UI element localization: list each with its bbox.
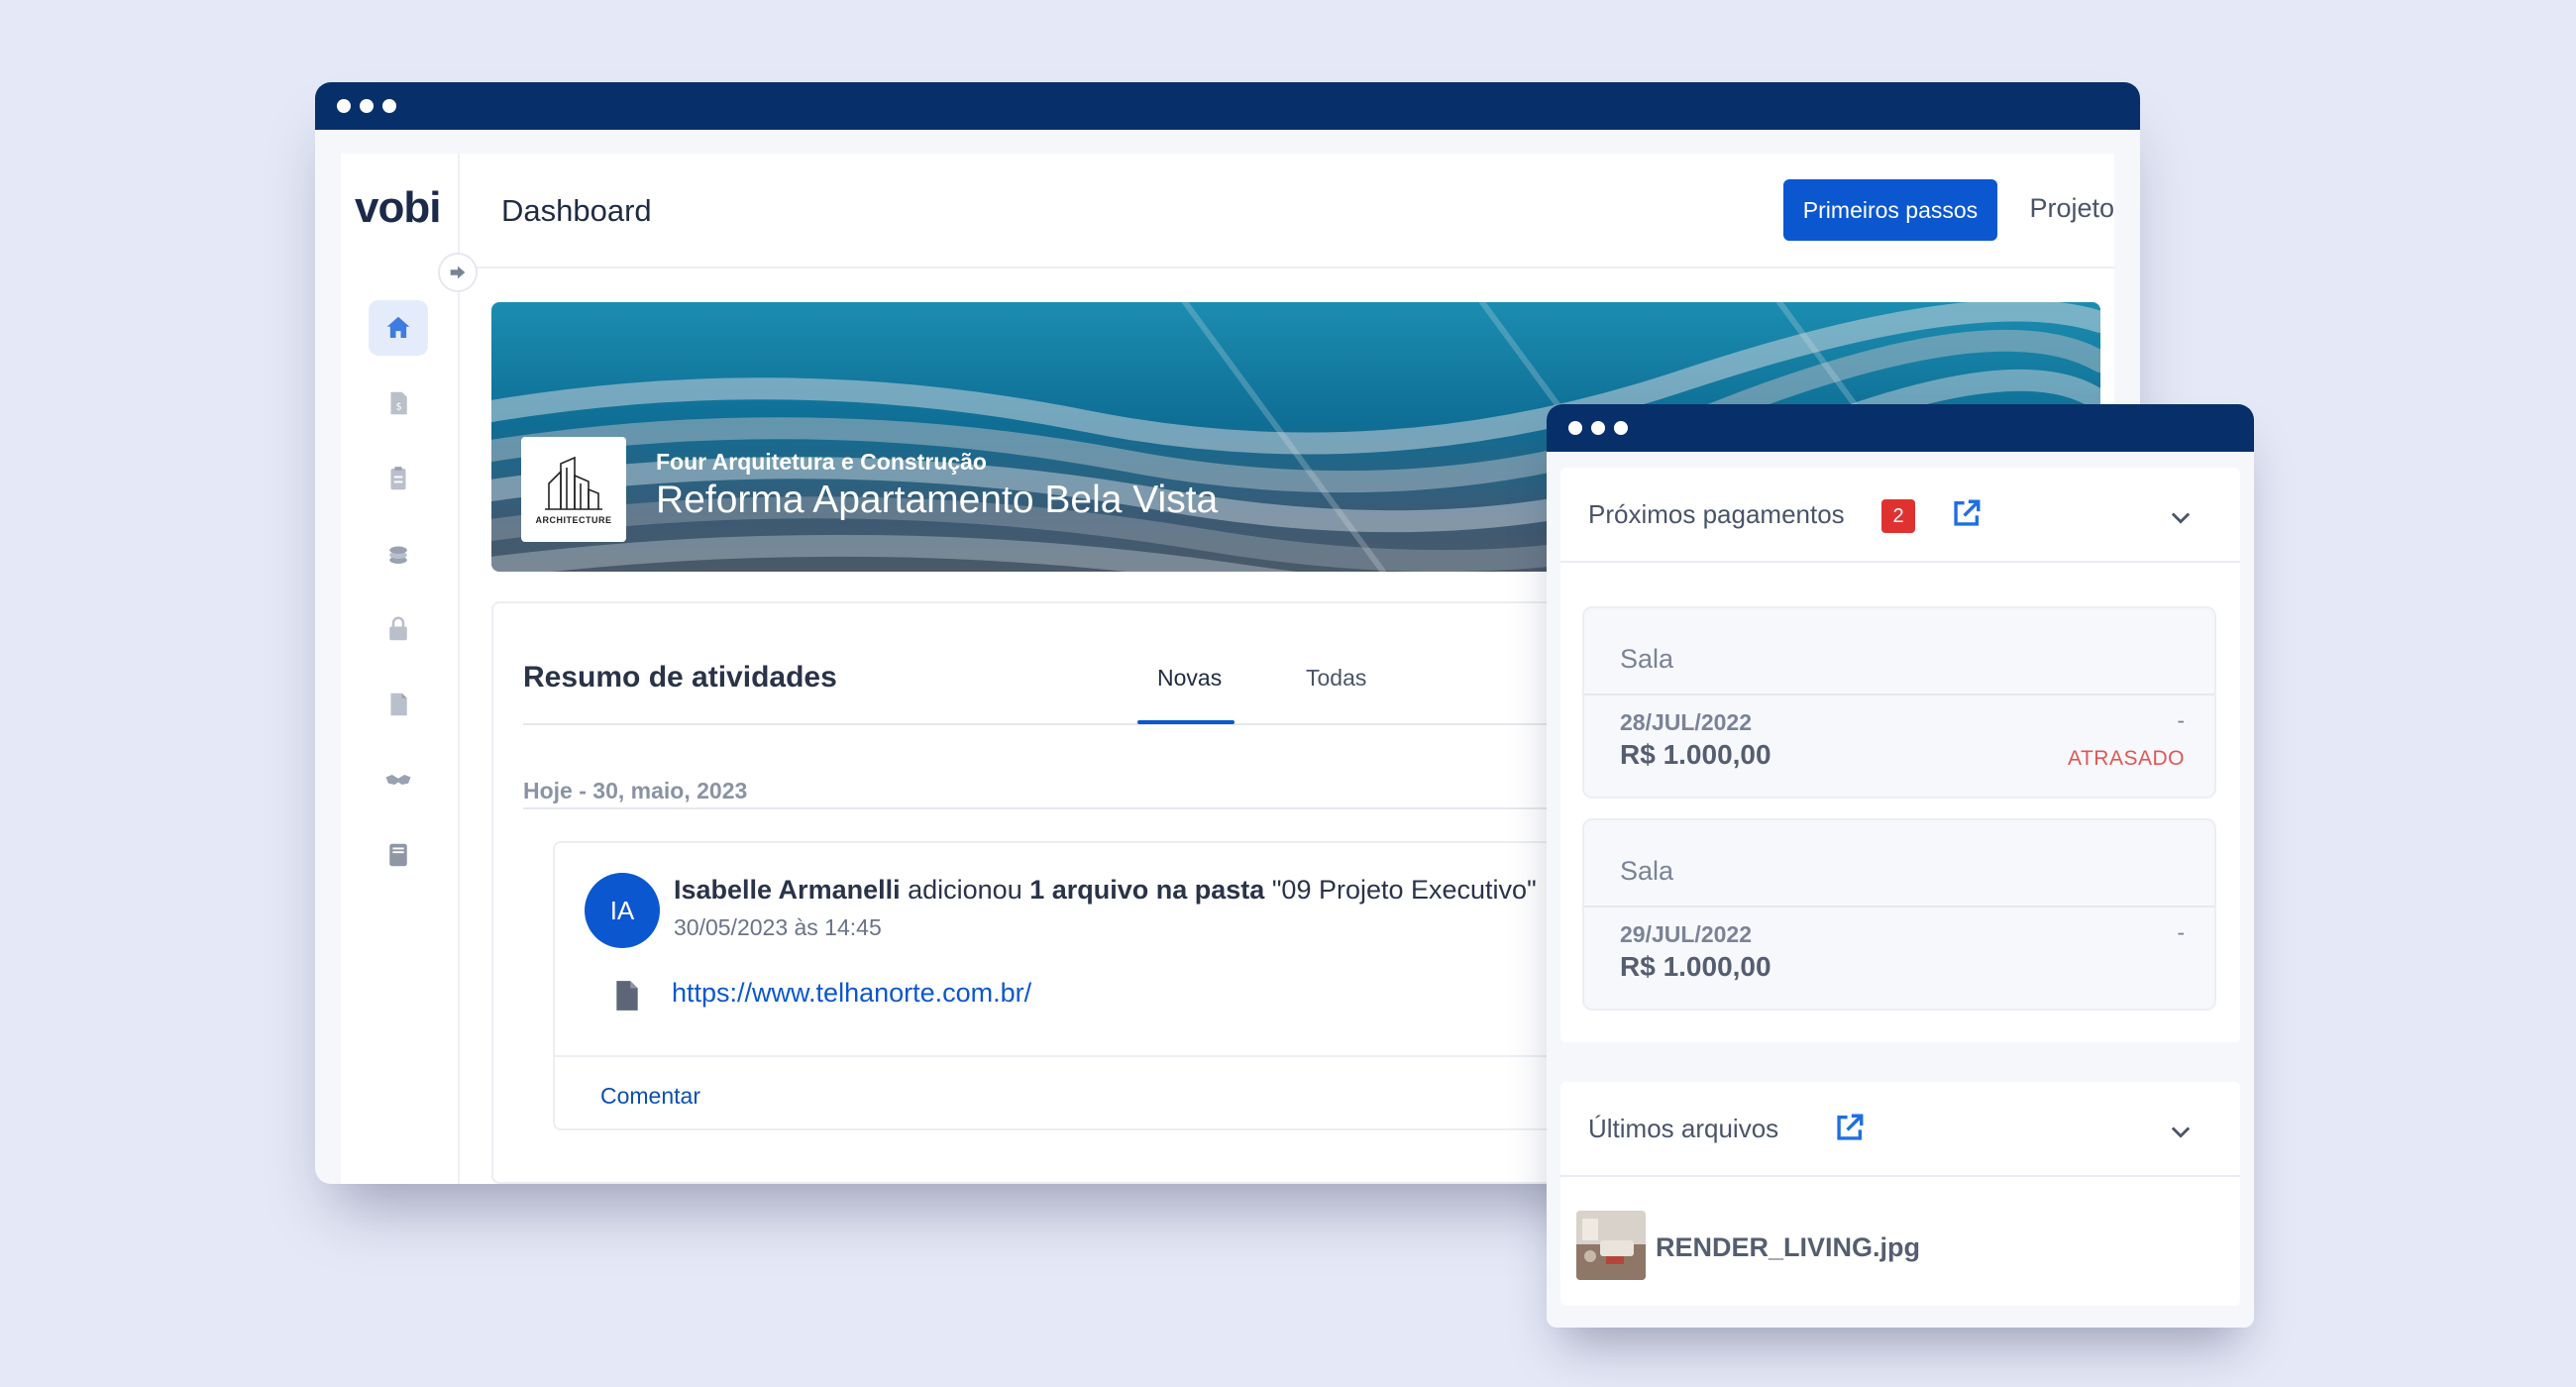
activity-title: Resumo de atividades: [523, 661, 837, 694]
payments-card-header[interactable]: Próximos pagamentos 2: [1560, 468, 2240, 563]
tab-todas[interactable]: Todas: [1306, 665, 1366, 692]
top-bar: Dashboard Primeiros passos Projeto: [462, 154, 2114, 268]
page-title: Dashboard: [501, 193, 652, 228]
payment-value: R$ 1.000,00: [1620, 739, 1771, 770]
clipboard-icon: [390, 467, 406, 490]
activity-folder[interactable]: "09 Projeto Executivo": [1272, 875, 1537, 905]
file-thumbnail: [1576, 1211, 1646, 1280]
recent-files-card: Últimos arquivos RENDER_LIVING.jpg: [1560, 1082, 2240, 1306]
window-dot: [382, 99, 396, 113]
payment-date: 28/JUL/2022: [1620, 709, 1752, 735]
activity-timestamp: 30/05/2023 às 14:45: [674, 914, 882, 940]
company-name: Four Arquitetura e Construção: [656, 449, 987, 475]
activity-date-label: Hoje - 30, maio, 2023: [523, 778, 748, 803]
invoice-icon: $: [390, 391, 407, 415]
sidebar: vobi $: [341, 154, 460, 1184]
window-dot: [1591, 421, 1605, 435]
svg-text:$: $: [396, 401, 402, 412]
document-icon: [390, 693, 407, 716]
lock-icon: [389, 616, 407, 641]
window-dot: [337, 99, 351, 113]
payment-name: Sala: [1620, 644, 1674, 674]
recent-files-card-header[interactable]: Últimos arquivos: [1560, 1082, 2240, 1177]
divider: [1584, 694, 2214, 695]
payment-value: R$ 1.000,00: [1620, 951, 1771, 982]
side-window: Próximos pagamentos 2 Sala 28/JUL/2022 -…: [1547, 404, 2254, 1328]
chevron-down-icon[interactable]: [2167, 1118, 2195, 1145]
sidebar-item-financial[interactable]: $: [369, 375, 428, 431]
window-titlebar: [1547, 404, 2254, 452]
primeiros-passos-button[interactable]: Primeiros passos: [1783, 179, 1997, 241]
payments-card: Próximos pagamentos 2 Sala 28/JUL/2022 -…: [1560, 468, 2240, 1042]
external-link-icon[interactable]: [1949, 497, 1983, 531]
home-icon: [386, 316, 410, 338]
payment-extra: -: [2177, 707, 2185, 733]
payment-name: Sala: [1620, 856, 1674, 886]
window-dot: [1568, 421, 1582, 435]
avatar[interactable]: IA: [585, 873, 660, 948]
sidebar-item-budget[interactable]: [369, 526, 428, 582]
payment-item[interactable]: Sala 28/JUL/2022 - R$ 1.000,00 ATRASADO: [1582, 606, 2216, 799]
sidebar-item-tasks[interactable]: [369, 451, 428, 506]
activity-object: 1 arquivo na pasta: [1029, 875, 1265, 905]
file-name: RENDER_LIVING.jpg: [1656, 1232, 1921, 1262]
payment-date: 29/JUL/2022: [1620, 921, 1752, 947]
activity-action: adicionou: [908, 875, 1022, 905]
payments-title: Próximos pagamentos: [1588, 499, 1845, 529]
payment-extra: -: [2177, 919, 2185, 945]
handshake-icon: [385, 775, 411, 785]
comment-button[interactable]: Comentar: [600, 1083, 700, 1110]
file-list-item[interactable]: RENDER_LIVING.jpg: [1560, 1177, 2240, 1296]
window-titlebar: [315, 82, 2140, 130]
activity-description: Isabelle Armanelli adicionou 1 arquivo n…: [674, 875, 1537, 906]
payment-status-badge: ATRASADO: [2068, 747, 2185, 770]
company-logo-caption: ARCHITECTURE: [535, 515, 612, 525]
file-icon: [616, 981, 638, 1011]
app-logo[interactable]: vobi: [355, 183, 441, 233]
external-link-icon[interactable]: [1832, 1112, 1866, 1145]
payment-item[interactable]: Sala 29/JUL/2022 - R$ 1.000,00: [1582, 818, 2216, 1011]
projeto-link[interactable]: Projeto: [2029, 193, 2114, 224]
sidebar-item-purchases[interactable]: [369, 601, 428, 657]
chevron-down-icon[interactable]: [2167, 503, 2195, 531]
living-room-thumbnail: [1576, 1211, 1646, 1280]
project-name: Reforma Apartamento Bela Vista: [656, 479, 1219, 521]
sidebar-item-guide[interactable]: [369, 827, 428, 883]
window-dot: [1614, 421, 1628, 435]
active-tab-indicator: [1137, 720, 1234, 724]
arrow-right-icon: [450, 266, 466, 279]
book-icon: [389, 843, 407, 867]
payments-count-badge: 2: [1881, 499, 1915, 533]
coins-icon: [389, 546, 407, 564]
sidebar-collapse-button[interactable]: [438, 253, 478, 292]
building-logo-icon: [545, 456, 602, 510]
window-dot: [360, 99, 374, 113]
company-logo: ARCHITECTURE: [521, 437, 626, 542]
divider: [1584, 906, 2214, 907]
activity-user[interactable]: Isabelle Armanelli: [674, 875, 901, 905]
sidebar-item-documents[interactable]: [369, 677, 428, 732]
activity-link[interactable]: https://www.telhanorte.com.br/: [672, 978, 1031, 1009]
sidebar-item-suppliers[interactable]: [369, 752, 428, 807]
sidebar-item-home[interactable]: [369, 300, 428, 356]
recent-files-title: Últimos arquivos: [1588, 1114, 1779, 1143]
tab-novas[interactable]: Novas: [1157, 665, 1222, 692]
